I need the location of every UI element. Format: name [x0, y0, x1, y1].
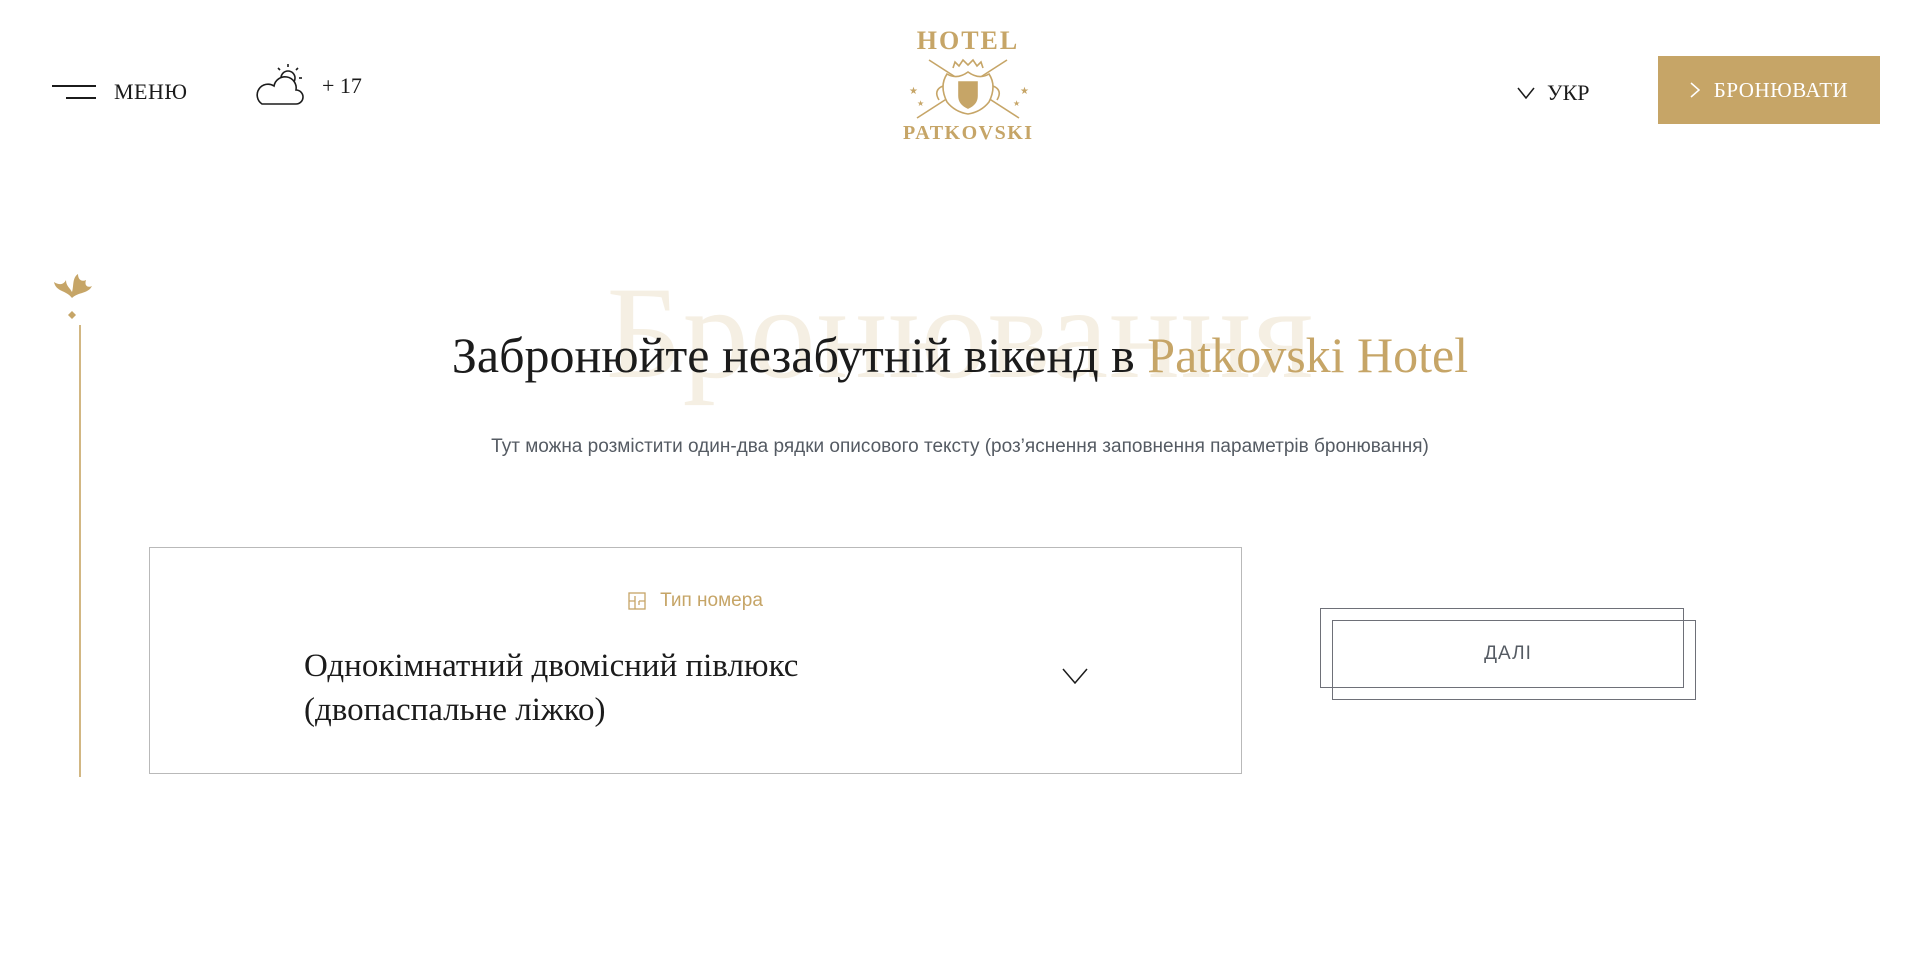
- room-plan-icon: [628, 592, 646, 610]
- language-selector[interactable]: УКР: [1517, 80, 1590, 106]
- logo-top-text: HOTEL: [916, 26, 1020, 55]
- menu-button[interactable]: МЕНЮ: [52, 78, 188, 106]
- svg-text:★: ★: [1013, 99, 1020, 108]
- next-button[interactable]: ДАЛІ: [1320, 608, 1696, 700]
- room-type-label: Тип номера: [660, 590, 763, 611]
- svg-text:★: ★: [1020, 86, 1029, 97]
- menu-label: МЕНЮ: [114, 79, 188, 104]
- language-label: УКР: [1547, 80, 1590, 105]
- page-title-accent: Patkovski Hotel: [1147, 327, 1469, 383]
- page-subtitle: Тут можна розмістити один-два рядки опис…: [491, 436, 1429, 457]
- book-button-label: БРОНЮВАТИ: [1713, 77, 1849, 102]
- hotel-logo[interactable]: HOTEL ★ ★ ★ ★ PATKOVSKI: [903, 26, 1033, 154]
- book-button[interactable]: БРОНЮВАТИ: [1658, 56, 1880, 124]
- room-type-selector[interactable]: Тип номера Однокімнатний двомісний півлю…: [149, 547, 1242, 774]
- room-type-value-line1: Однокімнатний двомісний півлюкс: [304, 648, 799, 684]
- weather-widget: + 17: [252, 62, 362, 110]
- crest-icon: ★ ★ ★ ★: [909, 58, 1029, 119]
- next-button-label: ДАЛІ: [1484, 643, 1532, 664]
- room-type-label-row: Тип номера: [150, 590, 1241, 612]
- room-type-value: Однокімнатний двомісний півлюкс (двопасп…: [304, 644, 944, 732]
- partly-cloudy-icon: [256, 64, 304, 105]
- hamburger-icon: [52, 85, 96, 99]
- svg-text:★: ★: [917, 99, 924, 108]
- chevron-down-icon: [1517, 87, 1535, 99]
- chevron-down-icon[interactable]: [1062, 668, 1088, 684]
- page-title-main: Забронюйте незабутній вікенд в: [451, 327, 1148, 383]
- temperature: + 17: [322, 73, 362, 98]
- svg-text:★: ★: [909, 86, 918, 97]
- logo-bottom-text: PATKOVSKI: [903, 122, 1034, 144]
- page-title: Забронюйте незабутній вікенд в Patkovski…: [0, 322, 1920, 388]
- room-type-value-line2: (двопаспальне ліжко): [304, 692, 606, 728]
- chevron-right-icon: [1690, 82, 1700, 98]
